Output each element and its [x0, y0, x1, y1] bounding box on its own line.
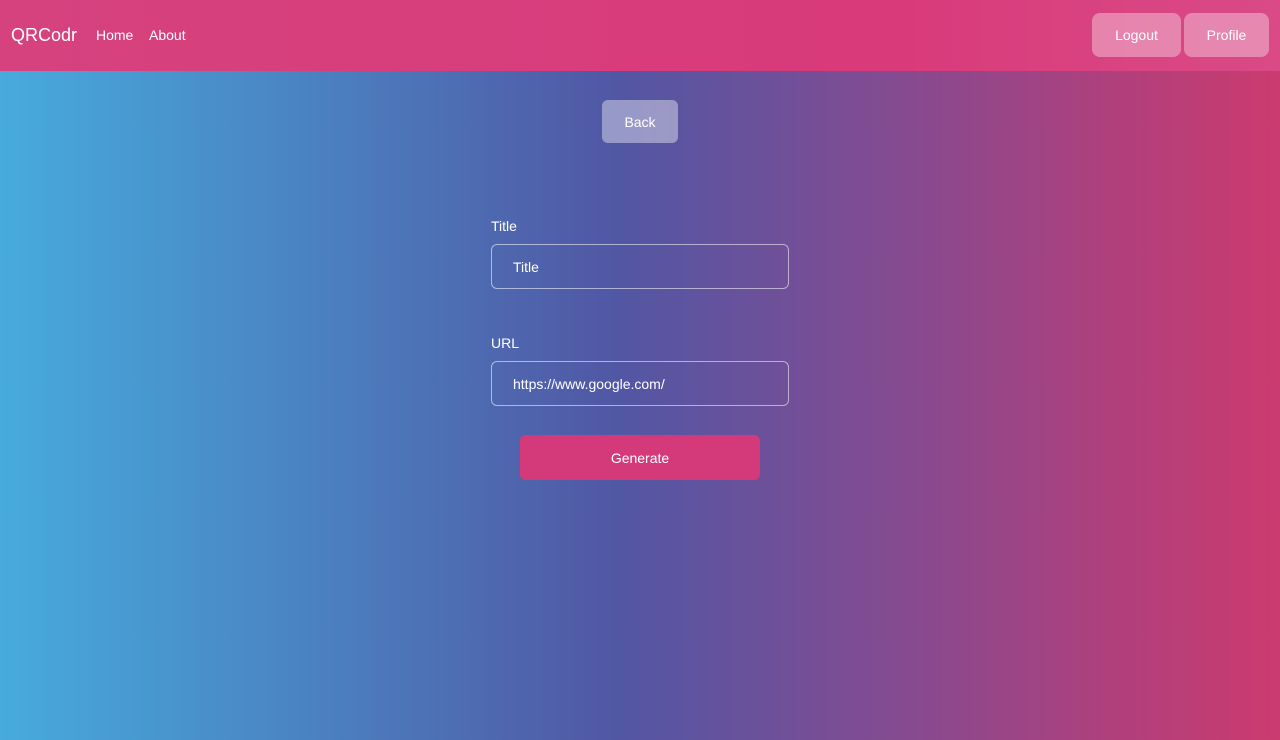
generate-button[interactable]: Generate [520, 435, 760, 480]
logout-button[interactable]: Logout [1092, 13, 1181, 57]
url-label: URL [491, 335, 520, 351]
title-label: Title [491, 218, 517, 234]
profile-button[interactable]: Profile [1184, 13, 1269, 57]
nav-link-about[interactable]: About [149, 26, 186, 44]
brand-logo[interactable]: QRCodr [11, 23, 77, 47]
back-button[interactable]: Back [602, 100, 678, 143]
nav-link-home[interactable]: Home [96, 26, 133, 44]
url-input[interactable] [491, 361, 789, 406]
navbar: QRCodr Home About Logout Profile [0, 0, 1280, 71]
title-input[interactable] [491, 244, 789, 289]
